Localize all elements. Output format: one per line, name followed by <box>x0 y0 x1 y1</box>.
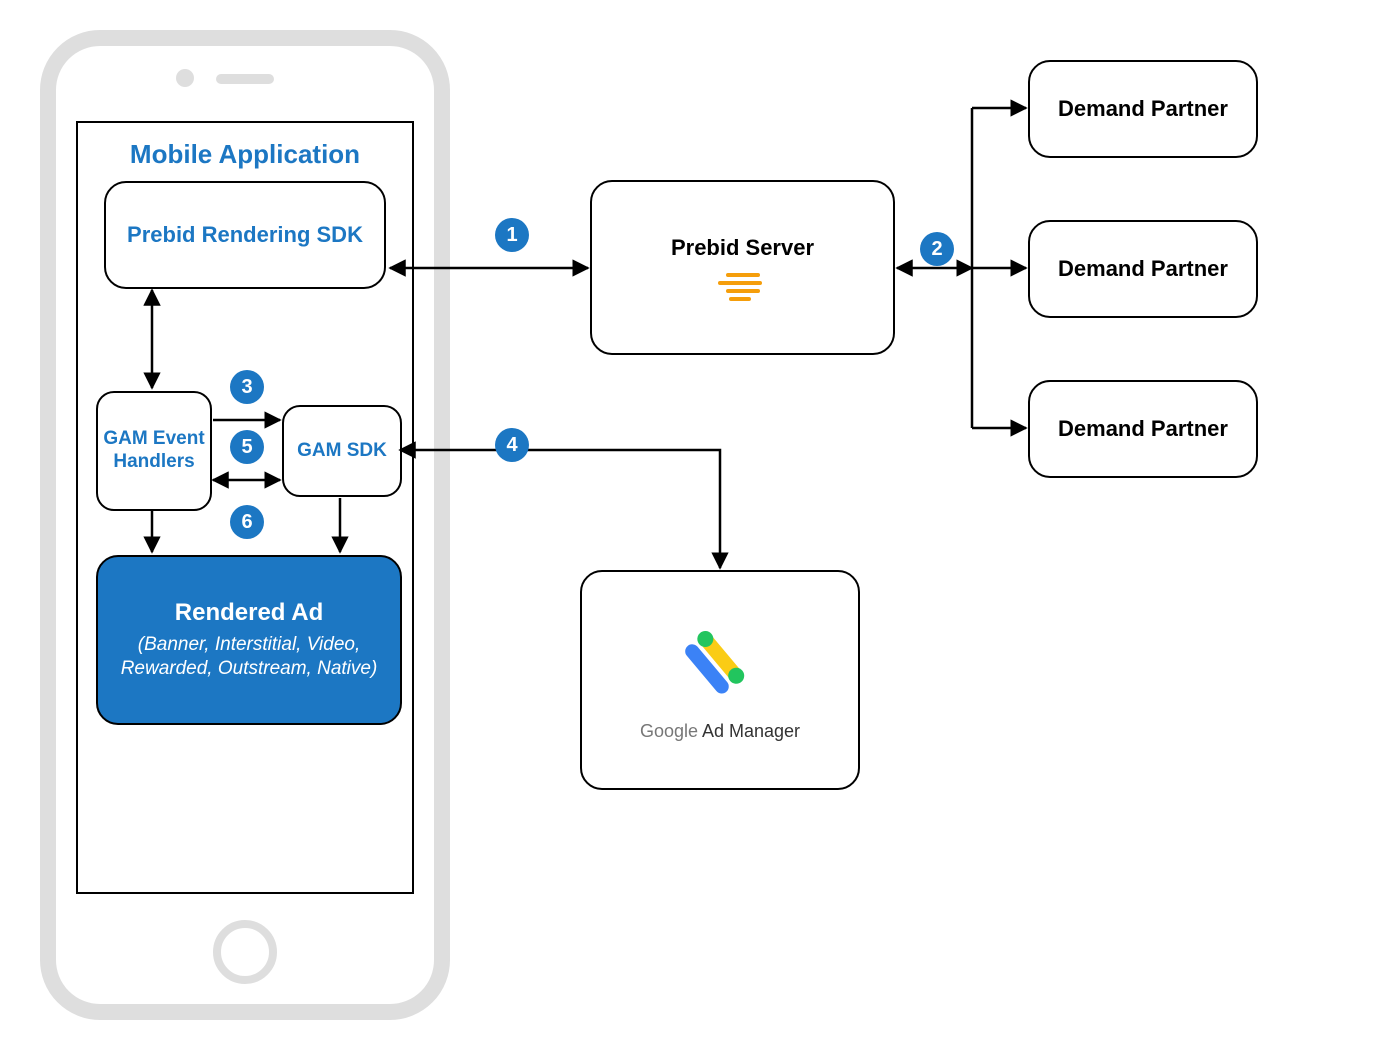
gam-label-rest: Ad Manager <box>698 721 800 741</box>
prebid-logo-icon <box>724 273 762 301</box>
step-3-badge: 3 <box>230 370 264 404</box>
gam-event-handlers-label: GAM Event Handlers <box>98 428 210 474</box>
prebid-rendering-sdk-box: Prebid Rendering SDK <box>104 181 386 289</box>
gam-label-google: Google <box>640 721 698 741</box>
demand-partner-box-3: Demand Partner <box>1028 380 1258 478</box>
phone-speaker-icon <box>216 74 274 84</box>
step-6-badge: 6 <box>230 505 264 539</box>
demand-partner-1-label: Demand Partner <box>1058 96 1228 122</box>
prebid-rendering-sdk-label: Prebid Rendering SDK <box>127 221 363 249</box>
rendered-ad-subtitle: (Banner, Interstitial, Video, Rewarded, … <box>112 633 386 681</box>
demand-partner-box-1: Demand Partner <box>1028 60 1258 158</box>
gam-sdk-label: GAM SDK <box>297 440 387 462</box>
gam-event-handlers-box: GAM Event Handlers <box>96 391 212 511</box>
rendered-ad-box: Rendered Ad (Banner, Interstitial, Video… <box>96 555 402 725</box>
rendered-ad-title: Rendered Ad <box>175 599 323 627</box>
mobile-application-title: Mobile Application <box>90 139 400 170</box>
phone-home-button-icon <box>213 920 277 984</box>
demand-partner-3-label: Demand Partner <box>1058 416 1228 442</box>
prebid-server-label: Prebid Server <box>671 235 814 261</box>
step-4-badge: 4 <box>495 428 529 462</box>
gam-sdk-box: GAM SDK <box>282 405 402 497</box>
step-5-badge: 5 <box>230 430 264 464</box>
demand-partner-box-2: Demand Partner <box>1028 220 1258 318</box>
google-ad-manager-label: Google Ad Manager <box>640 721 800 742</box>
step-1-badge: 1 <box>495 218 529 252</box>
google-ad-manager-logo-icon <box>680 618 760 703</box>
phone-camera-icon <box>176 69 194 87</box>
google-ad-manager-box: Google Ad Manager <box>580 570 860 790</box>
step-2-badge: 2 <box>920 232 954 266</box>
prebid-server-box: Prebid Server <box>590 180 895 355</box>
demand-partner-2-label: Demand Partner <box>1058 256 1228 282</box>
